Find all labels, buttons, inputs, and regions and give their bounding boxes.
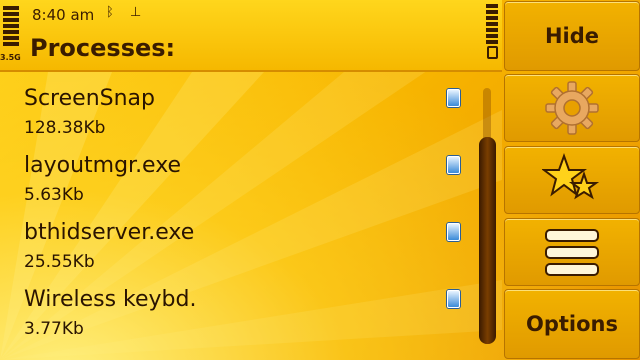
application-icon — [447, 223, 460, 241]
favorites-button[interactable] — [504, 146, 640, 214]
process-item-layoutmgr[interactable]: layoutmgr.exe 5.63Kb — [24, 153, 474, 220]
page-title: Processes: — [30, 34, 176, 62]
usb-icon: ⊥ — [129, 5, 142, 20]
application-icon — [447, 156, 460, 174]
clock: 8:40 am — [32, 6, 95, 24]
stars-icon — [542, 153, 600, 200]
status-icons: ᛒ ⊥ — [106, 5, 153, 20]
process-size: 5.63Kb — [24, 185, 84, 205]
process-name: Wireless keybd. — [24, 287, 197, 312]
application-icon — [447, 89, 460, 107]
status-header: 3.5G 8:40 am ᛒ ⊥ Processes: — [0, 0, 502, 72]
process-name: ScreenSnap — [24, 86, 155, 111]
settings-button[interactable] — [504, 74, 640, 142]
process-size: 128.38Kb — [24, 118, 106, 138]
process-item-bthidserver[interactable]: bthidserver.exe 25.55Kb — [24, 220, 474, 287]
battery-icon — [486, 4, 498, 59]
application-icon — [447, 290, 460, 308]
options-button[interactable]: Options — [504, 289, 640, 359]
menu-button[interactable] — [504, 218, 640, 286]
bluetooth-icon: ᛒ — [106, 5, 114, 20]
process-size: 25.55Kb — [24, 252, 95, 272]
process-size: 3.77Kb — [24, 319, 84, 339]
network-type-label: 3.5G — [0, 53, 21, 62]
signal-strength-icon — [3, 6, 19, 48]
right-toolbar: Hide Options — [502, 0, 640, 360]
process-item-screensnap[interactable]: ScreenSnap 128.38Kb — [24, 86, 474, 153]
menu-list-icon — [545, 225, 599, 280]
hide-button[interactable]: Hide — [504, 1, 640, 71]
gear-icon — [545, 81, 599, 135]
process-name: bthidserver.exe — [24, 220, 195, 245]
process-item-wireless-keybd[interactable]: Wireless keybd. 3.77Kb — [24, 287, 474, 354]
process-name: layoutmgr.exe — [24, 153, 182, 178]
scrollbar-thumb[interactable] — [479, 137, 496, 344]
process-list: ScreenSnap 128.38Kb layoutmgr.exe 5.63Kb… — [24, 86, 474, 354]
